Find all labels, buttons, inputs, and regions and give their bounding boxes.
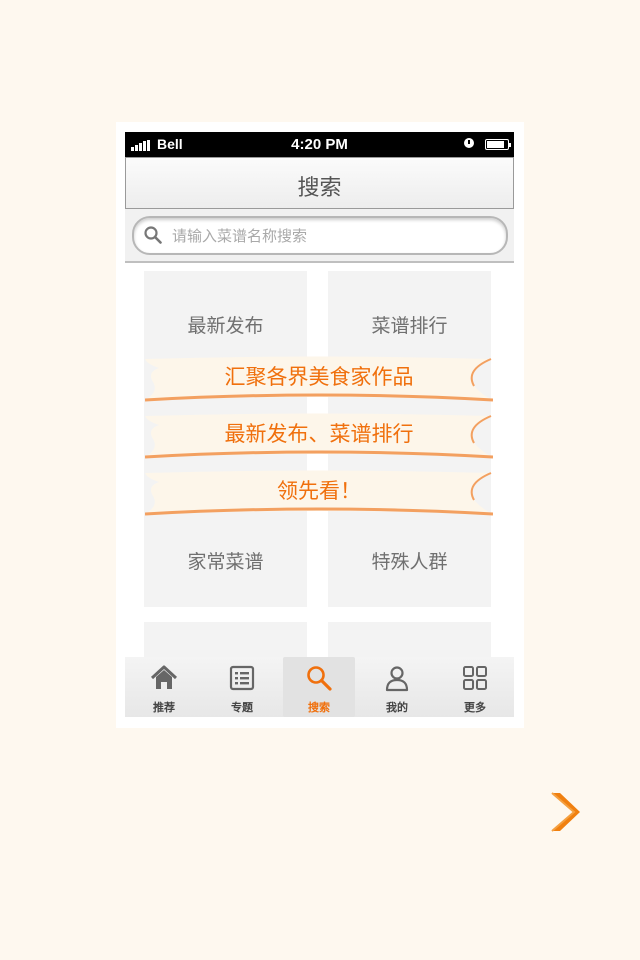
ribbon-text: 汇聚各界美食家作品 [224,365,414,389]
promo-ribbon: 领先看！ [145,470,493,518]
battery-icon [485,139,511,150]
promo-ribbon: 最新发布、菜谱排行 [145,413,493,461]
tile-label: 菜谱排行 [371,315,448,337]
status-bar: Bell 4:20 PM [125,132,514,157]
tab-recommend[interactable]: 推荐 [125,657,203,717]
home-icon [150,665,178,689]
search-bar [125,209,514,263]
list-icon [229,665,255,691]
tab-search[interactable]: 搜索 [283,657,355,717]
phone-screen: Bell 4:20 PM 搜索 最新发布 菜谱排行 家常菜谱 特殊人群 [125,132,514,717]
category-grid: 最新发布 菜谱排行 家常菜谱 特殊人群 汇聚各界美食家作品 最新发布、菜谱排行 … [125,263,514,662]
tab-bar: 推荐 专题 搜索 我的 更多 [125,657,514,717]
promo-ribbon: 汇聚各界美食家作品 [145,356,493,404]
search-field[interactable] [132,216,508,255]
tab-mine[interactable]: 我的 [358,657,436,717]
next-page-arrow[interactable] [546,790,582,834]
chevron-right-icon [551,792,580,832]
grid-gap [125,607,514,622]
search-input[interactable] [170,224,494,248]
page-title: 搜索 [297,176,342,201]
tab-label: 推荐 [153,701,175,714]
tab-label: 我的 [386,701,408,714]
tab-topics[interactable]: 专题 [203,657,281,717]
navigation-bar: 搜索 [125,157,514,209]
tile-label: 最新发布 [187,315,264,337]
ribbon-text: 最新发布、菜谱排行 [224,422,414,446]
status-time: 4:20 PM [291,136,348,153]
tab-more[interactable]: 更多 [436,657,514,717]
alarm-clock-icon [464,138,474,148]
tile-label: 家常菜谱 [187,551,264,573]
tab-label: 搜索 [308,701,330,714]
tab-label: 更多 [464,701,486,714]
search-icon [144,226,162,244]
tab-label: 专题 [231,701,253,714]
tile-home-cooking[interactable]: 家常菜谱 [144,507,307,607]
tile-special-groups[interactable]: 特殊人群 [328,507,491,607]
tile-label: 特殊人群 [371,551,448,573]
user-icon [385,666,409,692]
tile-row3-right[interactable] [328,622,491,662]
ribbon-text: 领先看！ [277,479,361,503]
search-icon [307,666,332,691]
grid-icon [463,666,487,690]
tile-row3-left[interactable] [144,622,307,662]
